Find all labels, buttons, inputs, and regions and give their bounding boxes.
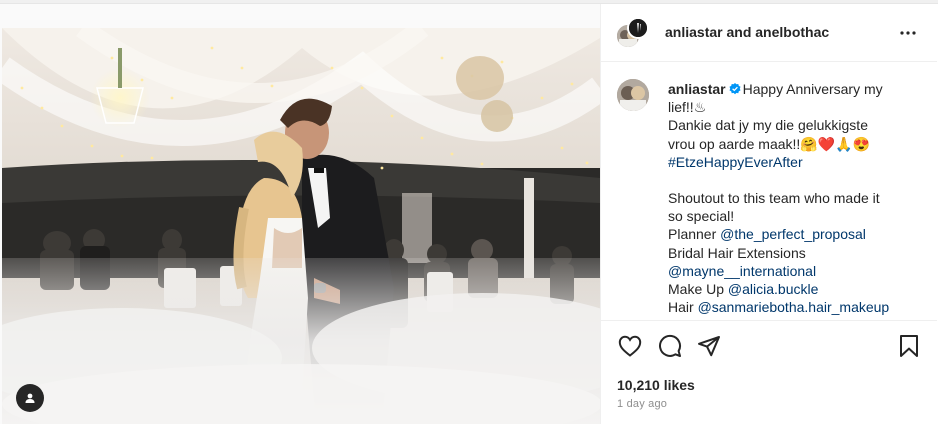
bookmark-icon[interactable] — [896, 333, 922, 359]
post-timestamp[interactable]: 1 day ago — [617, 398, 667, 410]
planner-label: Planner — [668, 226, 717, 243]
paper-plane-icon[interactable] — [696, 333, 722, 359]
caption-line-3: Dankie dat jy my die gelukkigste — [668, 117, 868, 134]
avatar-anliastar[interactable] — [617, 79, 649, 111]
caption-line-2: lief!! — [668, 99, 694, 116]
caption-username[interactable]: anliastar — [668, 81, 726, 97]
caption-line-1: Happy Anniversary my — [742, 81, 883, 97]
post-authors[interactable]: anliastar and anelbothac — [665, 24, 829, 40]
post-header: anliastar and anelbothac — [601, 4, 937, 62]
post-actions: 10,210 likes 1 day ago — [601, 320, 937, 424]
hair-extensions-mention[interactable]: @mayne__international — [668, 262, 918, 280]
user-tag-icon[interactable] — [16, 384, 44, 412]
wedding-photo-illustration — [2, 28, 600, 424]
post-photo[interactable] — [2, 28, 600, 424]
likes-count[interactable]: 10,210 likes — [617, 377, 695, 393]
verified-badge-icon — [729, 83, 741, 95]
instagram-post-window: anliastar and anelbothac anliastar Happy… — [0, 0, 938, 424]
hair-label: Hair — [668, 299, 694, 316]
collab-avatars[interactable] — [615, 17, 651, 53]
caption-line-5: Shoutout to this team who made it — [668, 190, 880, 207]
more-horizontal-icon[interactable] — [897, 22, 919, 44]
caption-line-6: so special! — [668, 208, 735, 225]
post-side-panel: anliastar and anelbothac anliastar Happy… — [600, 4, 938, 424]
hair-extensions-label: Bridal Hair Extensions — [668, 244, 806, 261]
caption-emojis: 🤗❤️🙏😍 — [800, 135, 871, 152]
caption-line-4: vrou op aarde maak!! — [668, 135, 801, 152]
hair-mention[interactable]: @sanmariebotha.hair_makeup — [698, 299, 890, 315]
makeup-label: Make Up — [668, 281, 725, 298]
avatar-anelbothac-small[interactable] — [627, 17, 649, 39]
caption-section: anliastar Happy Anniversary my lief!!♨ Da… — [601, 63, 937, 319]
heart-icon[interactable] — [617, 333, 643, 359]
caption-text: anliastar Happy Anniversary my lief!!♨ Da… — [668, 80, 918, 316]
caption-line-2-emoji: ♨ — [693, 99, 707, 116]
planner-mention[interactable]: @the_perfect_proposal — [720, 226, 866, 242]
makeup-mention[interactable]: @alicia.buckle — [728, 281, 818, 297]
caption-hashtag[interactable]: #EtzeHappyEverAfter — [668, 153, 918, 171]
comment-icon[interactable] — [657, 333, 683, 359]
